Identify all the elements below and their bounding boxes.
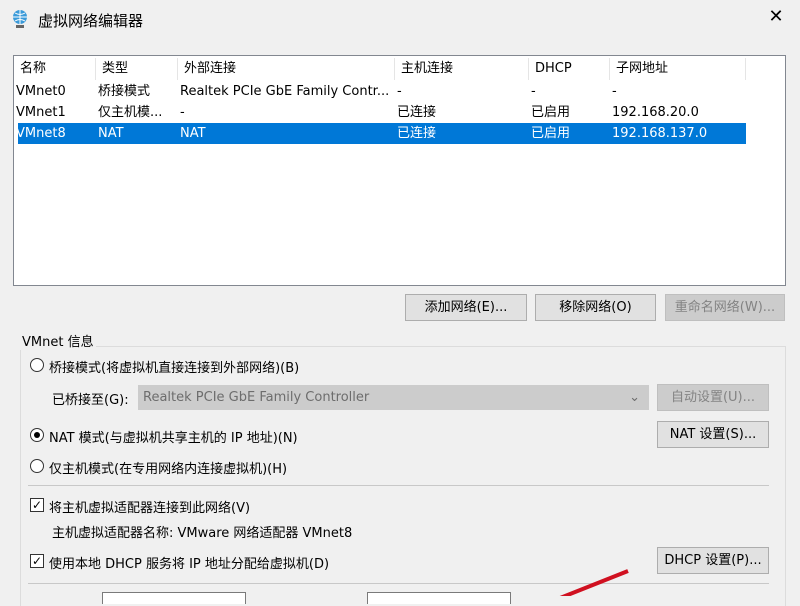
divider bbox=[28, 583, 769, 584]
column-header-name[interactable]: 名称 bbox=[14, 58, 96, 80]
table-cell: - bbox=[180, 105, 185, 120]
column-header-type[interactable]: 类型 bbox=[96, 58, 178, 80]
table-cell: 桥接模式 bbox=[98, 84, 151, 99]
close-button[interactable]: ✕ bbox=[765, 6, 787, 27]
table-cell: VMnet1 bbox=[16, 105, 66, 120]
hostonly-label[interactable]: 仅主机模式(在专用网络内连接虚拟机)(H) bbox=[49, 458, 287, 477]
connect-adapter-label[interactable]: 将主机虚拟适配器连接到此网络(V) bbox=[49, 497, 250, 516]
adapter-name-text: 主机虚拟适配器名称: VMware 网络适配器 VMnet8 bbox=[52, 526, 353, 541]
use-dhcp-label[interactable]: 使用本地 DHCP 服务将 IP 地址分配给虚拟机(D) bbox=[49, 553, 329, 572]
subnet-ip-input[interactable] bbox=[102, 592, 246, 604]
rename-network-button[interactable]: 重命名网络(W)... bbox=[665, 294, 785, 321]
annotation-arrow-icon bbox=[559, 569, 629, 596]
table-cell: 仅主机模... bbox=[98, 105, 163, 120]
bridged-to-value: Realtek PCIe GbE Family Controller bbox=[143, 390, 370, 405]
hostonly-radio[interactable] bbox=[30, 459, 44, 473]
nat-label[interactable]: NAT 模式(与虚拟机共享主机的 IP 地址)(N) bbox=[49, 427, 298, 446]
bridged-label[interactable]: 桥接模式(将虚拟机直接连接到外部网络)(B) bbox=[49, 357, 299, 376]
bridged-radio[interactable] bbox=[30, 358, 44, 372]
add-network-button[interactable]: 添加网络(E)... bbox=[405, 294, 527, 321]
table-row[interactable]: VMnet1 仅主机模... - 已连接 已启用 192.168.20.0 bbox=[16, 102, 746, 123]
table-cell: - bbox=[397, 84, 402, 99]
window-title: 虚拟网络编辑器 bbox=[38, 12, 144, 30]
table-cell: NAT bbox=[180, 126, 206, 141]
table-cell: - bbox=[612, 84, 617, 99]
table-cell: VMnet8 bbox=[16, 126, 66, 141]
dhcp-settings-button[interactable]: DHCP 设置(P)... bbox=[657, 547, 769, 574]
table-cell: 192.168.137.0 bbox=[612, 126, 708, 141]
chevron-down-icon: ⌄ bbox=[629, 390, 640, 405]
table-cell: 192.168.20.0 bbox=[612, 105, 699, 120]
network-globe-icon bbox=[13, 10, 27, 28]
table-cell: VMnet0 bbox=[16, 84, 66, 99]
remove-network-button[interactable]: 移除网络(O) bbox=[535, 294, 656, 321]
column-header-host[interactable]: 主机连接 bbox=[395, 58, 529, 80]
table-cell: 已连接 bbox=[397, 105, 437, 120]
column-header-dhcp[interactable]: DHCP bbox=[529, 58, 610, 80]
subnet-mask-input[interactable] bbox=[367, 592, 511, 604]
table-cell: 已启用 bbox=[531, 126, 571, 141]
auto-settings-button[interactable]: 自动设置(U)... bbox=[657, 384, 769, 411]
divider bbox=[28, 485, 769, 486]
table-cell: 已连接 bbox=[397, 126, 437, 141]
connect-adapter-checkbox[interactable]: ✓ bbox=[30, 498, 44, 512]
column-header-external[interactable]: 外部连接 bbox=[178, 58, 395, 80]
table-cell: 已启用 bbox=[531, 105, 571, 120]
table-cell: - bbox=[531, 84, 536, 99]
table-row[interactable]: VMnet8 NAT NAT 已连接 已启用 192.168.137.0 bbox=[16, 123, 746, 144]
table-cell: Realtek PCIe GbE Family Contr... bbox=[180, 84, 390, 99]
bridged-to-select[interactable]: Realtek PCIe GbE Family Controller ⌄ bbox=[138, 385, 649, 410]
table-row[interactable]: VMnet0 桥接模式 Realtek PCIe GbE Family Contr.… bbox=[16, 81, 746, 102]
nat-settings-button[interactable]: NAT 设置(S)... bbox=[657, 421, 769, 448]
network-list[interactable]: 名称 类型 外部连接 主机连接 DHCP 子网地址 VMnet0 桥接模式 Real… bbox=[13, 55, 786, 286]
table-cell: NAT bbox=[98, 126, 124, 141]
use-dhcp-checkbox[interactable]: ✓ bbox=[30, 554, 44, 568]
group-label: VMnet 信息 bbox=[20, 331, 96, 350]
column-header-subnet[interactable]: 子网地址 bbox=[610, 58, 746, 80]
bridged-to-label: 已桥接至(G): bbox=[52, 393, 129, 408]
nat-radio[interactable] bbox=[30, 428, 44, 442]
